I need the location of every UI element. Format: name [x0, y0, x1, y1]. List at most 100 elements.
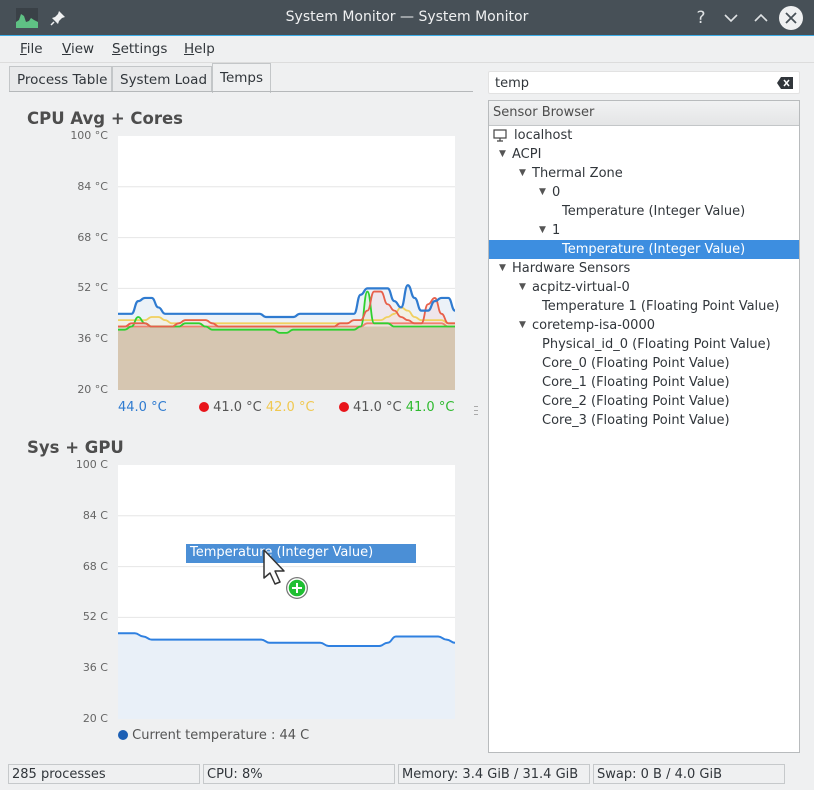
sensor-tree-leaf[interactable]: Core_3 (Floating Point Value) [489, 411, 799, 430]
sensor-browser-header: Sensor Browser [489, 101, 799, 126]
expand-arrow-icon[interactable]: ▼ [519, 316, 526, 335]
y-tick-label: 52 °C [77, 281, 108, 295]
maximize-icon [754, 13, 768, 22]
legend-core-1-red: 41.0 °C [352, 400, 402, 415]
sensor-tree-label: Hardware Sensors [512, 261, 631, 276]
sensor-tree-branch[interactable]: ▼ 0 [489, 183, 799, 202]
series-area-current-temperature [118, 633, 455, 719]
y-tick-label: 68 °C [77, 230, 108, 244]
menu-settings-label: ettings [120, 41, 168, 57]
computer-icon [493, 129, 507, 142]
menu-bar: File View Settings Help [0, 37, 814, 63]
y-tick-label: 100 °C [70, 129, 108, 142]
expand-arrow-icon[interactable]: ▼ [499, 259, 506, 278]
sensor-tree-label: Temperature (Integer Value) [562, 204, 746, 219]
title-accent-line [0, 35, 814, 36]
sensor-tree-label: ACPI [512, 147, 542, 162]
sensor-tree-leaf[interactable]: Core_1 (Floating Point Value) [489, 373, 799, 392]
minimize-icon [724, 14, 738, 23]
menu-view-mnemonic: V [62, 41, 71, 57]
help-button[interactable]: ? [690, 7, 712, 29]
help-icon: ? [696, 8, 706, 28]
close-button[interactable] [779, 6, 803, 30]
sensor-tree-label: Temperature (Integer Value) [562, 242, 746, 257]
tab-divider [9, 91, 473, 92]
tab-process-table[interactable]: Process Table [9, 66, 112, 92]
close-icon [785, 12, 797, 24]
expand-arrow-icon[interactable]: ▼ [499, 145, 506, 164]
tab-temps[interactable]: Temps [212, 63, 271, 93]
expand-arrow-icon[interactable]: ▼ [539, 221, 546, 240]
title-bar: System Monitor — System Monitor ? [0, 0, 814, 36]
cpu-legend: 44.0 °C 41.0 °C 42.0 °C 41.0 °C 41.0 °C [118, 400, 454, 415]
maximize-button[interactable] [750, 7, 772, 29]
sensor-tree: localhost ▼ ACPI ▼ Thermal Zone ▼ 0 Temperature… [489, 126, 799, 430]
menu-file[interactable]: File [20, 41, 43, 57]
sensor-tree-label: Core_3 (Floating Point Value) [542, 413, 730, 428]
sensor-tree-label: Thermal Zone [532, 166, 623, 181]
sensor-tree-leaf[interactable]: Core_0 (Floating Point Value) [489, 354, 799, 373]
sensor-tree-host[interactable]: localhost [489, 126, 799, 145]
y-tick-label: 20 °C [77, 383, 108, 396]
y-tick-label: 52 C [82, 610, 108, 624]
sensor-tree-leaf[interactable]: Temperature 1 (Floating Point Value) [489, 297, 799, 316]
y-tick-label: 100 C [75, 458, 108, 471]
legend-dot-red [338, 402, 349, 412]
sensor-tree-label: Physical_id_0 (Floating Point Value) [542, 337, 771, 352]
y-tick-label: 20 C [82, 712, 108, 725]
y-tick-label: 84 C [82, 508, 108, 522]
splitter-handle[interactable] [474, 405, 478, 417]
status-swap: Swap: 0 B / 4.0 GiB [593, 764, 785, 784]
legend-current-temperature: Current temperature : 44 C [132, 728, 310, 743]
status-memory: Memory: 3.4 GiB / 31.4 GiB [398, 764, 590, 784]
legend-cpu-avg: 44.0 °C [118, 400, 167, 415]
menu-view[interactable]: View [62, 41, 94, 57]
sensor-tree-branch[interactable]: ▼ Thermal Zone [489, 164, 799, 183]
expand-arrow-icon[interactable]: ▼ [519, 164, 526, 183]
sys-panel-title: Sys + GPU [27, 438, 124, 457]
sensor-tree-label: Core_0 (Floating Point Value) [542, 356, 730, 371]
status-cpu: CPU: 8% [203, 764, 395, 784]
cpu-area-fill [118, 326, 455, 390]
legend-dot-blue [118, 730, 128, 740]
sensor-tree-branch[interactable]: ▼ ACPI [489, 145, 799, 164]
sensor-tree-leaf[interactable]: Core_2 (Floating Point Value) [489, 392, 799, 411]
menu-settings-mnemonic: S [112, 41, 121, 57]
expand-arrow-icon[interactable]: ▼ [539, 183, 546, 202]
legend-dot-red [198, 402, 209, 412]
legend-core-1-green: 41.0 °C [405, 400, 455, 415]
sensor-browser: Sensor Browser localhost ▼ ACPI ▼ Thermal Zo… [488, 100, 800, 753]
legend-core-0-yellow: 42.0 °C [265, 400, 315, 415]
menu-file-mnemonic: F [20, 41, 27, 57]
sensor-tree-leaf[interactable]: Physical_id_0 (Floating Point Value) [489, 335, 799, 354]
sensor-tree-branch[interactable]: ▼ Hardware Sensors [489, 259, 799, 278]
sensor-tree-leaf[interactable]: Temperature (Integer Value) [489, 202, 799, 221]
status-processes: 285 processes [8, 764, 200, 784]
y-tick-label: 84 °C [77, 179, 108, 193]
sensor-tree-leaf[interactable]: Temperature (Integer Value) [489, 240, 799, 259]
clear-search-icon[interactable] [777, 77, 793, 89]
y-tick-label: 36 C [82, 661, 108, 675]
menu-file-label: ile [26, 41, 43, 57]
menu-help[interactable]: Help [184, 41, 215, 57]
cpu-chart-plot [118, 136, 455, 390]
expand-arrow-icon[interactable]: ▼ [519, 278, 526, 297]
minimize-button[interactable] [720, 7, 742, 29]
sensor-tree-branch[interactable]: ▼ 1 [489, 221, 799, 240]
status-bar: 285 processes CPU: 8% Memory: 3.4 GiB / … [0, 761, 814, 790]
tab-system-load[interactable]: System Load [112, 66, 212, 92]
sensor-tree-branch[interactable]: ▼ coretemp-isa-0000 [489, 316, 799, 335]
menu-settings[interactable]: Settings [112, 41, 167, 57]
sensor-tree-label: Core_2 (Floating Point Value) [542, 394, 730, 409]
sys-legend: Current temperature : 44 C [118, 728, 309, 743]
sensor-search-input[interactable] [493, 75, 773, 92]
y-tick-label: 68 C [82, 559, 108, 573]
sensor-tree-label: 0 [552, 185, 561, 200]
sensor-tree-label: acpitz-virtual-0 [532, 280, 630, 295]
sensor-tree-branch[interactable]: ▼ acpitz-virtual-0 [489, 278, 799, 297]
drag-add-cursor-icon [263, 549, 308, 599]
sensor-search[interactable] [488, 71, 800, 94]
menu-view-label: iew [70, 41, 95, 57]
menu-help-label: elp [194, 41, 215, 57]
sensor-tree-label: Temperature 1 (Floating Point Value) [542, 299, 780, 314]
